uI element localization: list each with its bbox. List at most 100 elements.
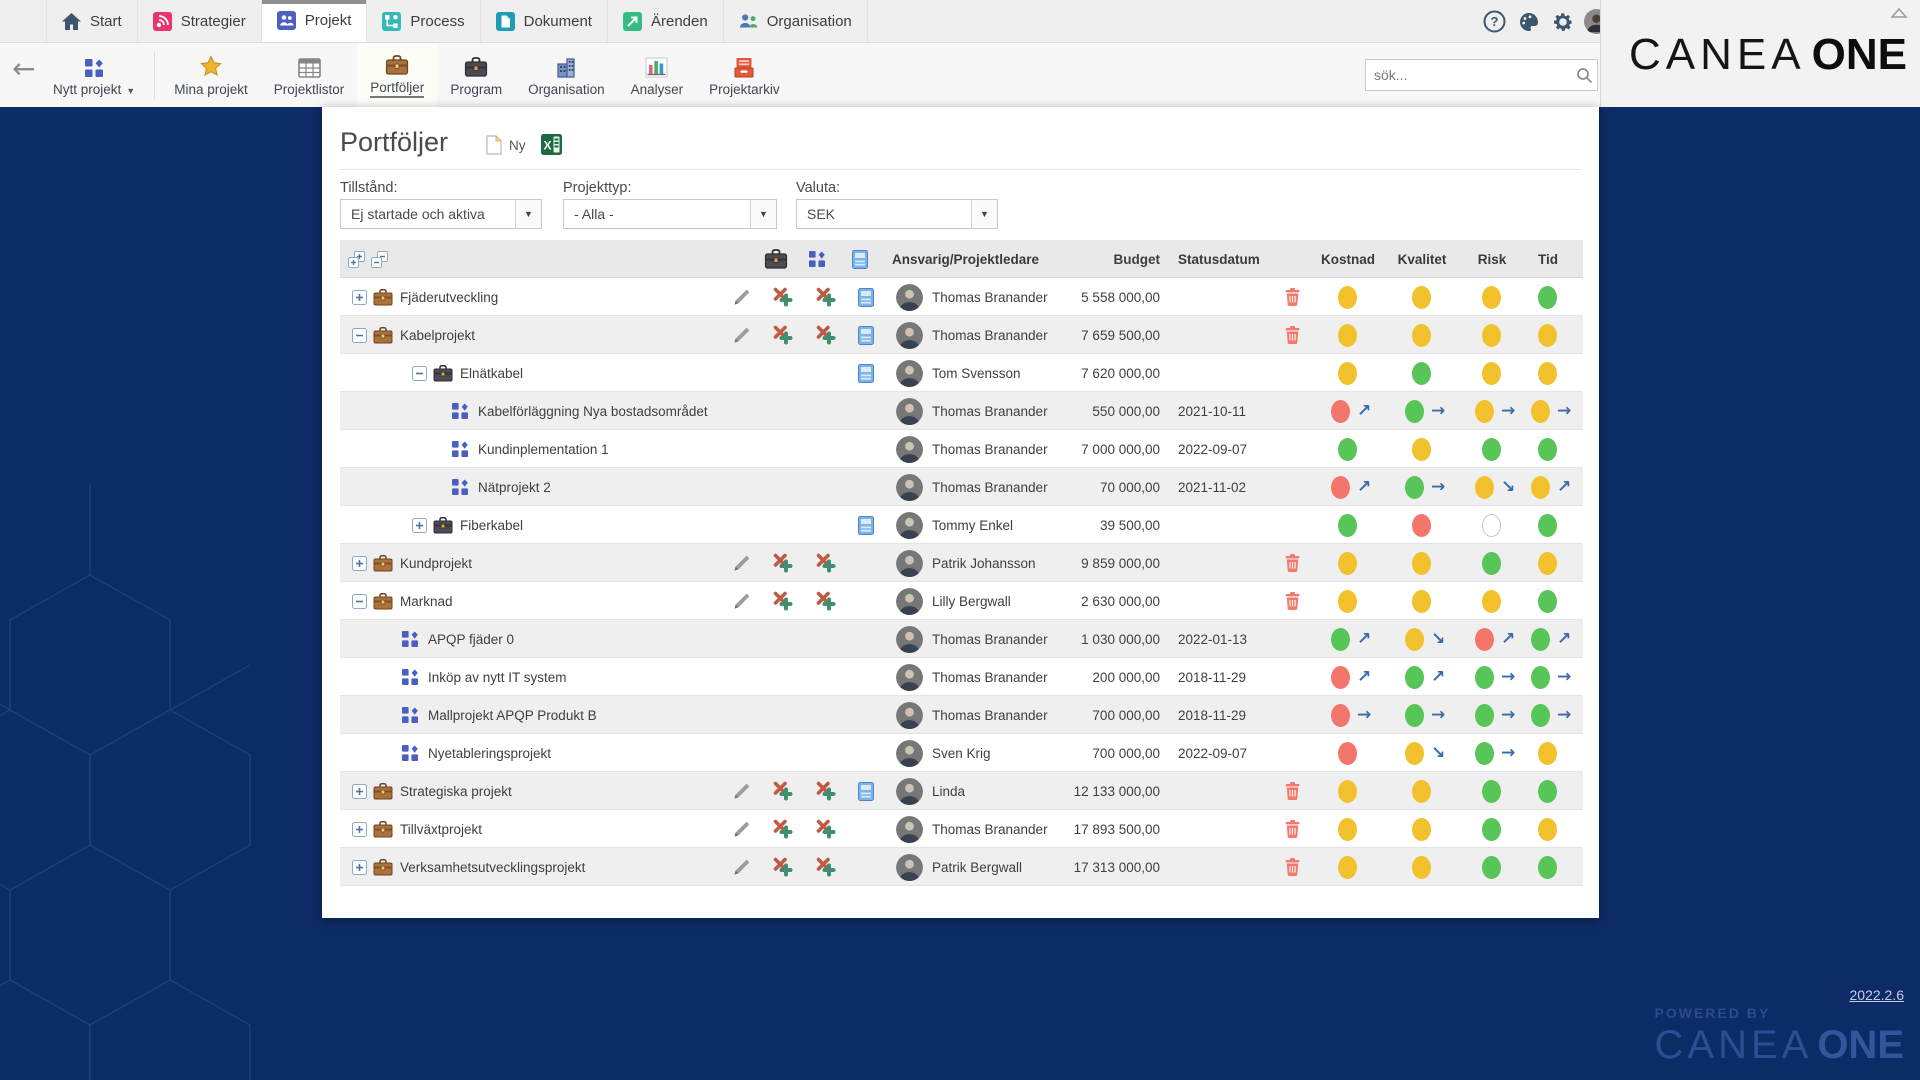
chevron-down-icon[interactable]: ▼	[515, 200, 541, 228]
collapse-row-icon[interactable]	[352, 328, 367, 343]
status-dot	[1538, 856, 1557, 879]
status-dot	[1338, 514, 1357, 537]
tab-strategier[interactable]: Strategier	[138, 0, 262, 42]
collapse-row-icon[interactable]	[412, 366, 427, 381]
col-status-date: Statusdatum	[1178, 240, 1260, 278]
edit-icon[interactable]	[732, 554, 751, 573]
theme-palette-icon[interactable]	[1516, 9, 1541, 34]
add-program-icon[interactable]	[772, 857, 793, 877]
status-dot	[1538, 590, 1557, 613]
add-program-icon[interactable]	[772, 325, 793, 345]
expand-all-icon[interactable]	[348, 251, 366, 268]
page-title: Portföljer	[340, 127, 448, 158]
toolbar-projektarkiv[interactable]: Projektarkiv	[696, 43, 793, 107]
delete-icon[interactable]	[1285, 554, 1300, 572]
delete-icon[interactable]	[1285, 326, 1300, 344]
owner-avatar	[896, 474, 923, 501]
version-link[interactable]: 2022.2.6	[1850, 987, 1905, 1003]
budget-value: 17 893 500,00	[1000, 810, 1160, 848]
toolbar-program[interactable]: Program	[437, 43, 515, 107]
expand-row-icon[interactable]	[412, 518, 427, 533]
add-program-icon[interactable]	[772, 781, 793, 801]
search-icon[interactable]	[1571, 67, 1597, 84]
help-icon[interactable]: ?	[1482, 9, 1507, 34]
trend-arrow-down: ↘	[1431, 620, 1445, 658]
add-project-icon[interactable]	[815, 287, 836, 307]
tab-projekt[interactable]: Projekt	[262, 0, 368, 42]
expand-row-icon[interactable]	[352, 290, 367, 305]
toolbar-nytt-projekt[interactable]: Nytt projekt▼	[40, 43, 148, 107]
toolbar-label: Program	[450, 82, 502, 97]
add-program-icon[interactable]	[772, 287, 793, 307]
edit-icon[interactable]	[732, 782, 751, 801]
expand-row-icon[interactable]	[352, 822, 367, 837]
status-report-icon[interactable]	[858, 782, 874, 801]
toolbar-analyser[interactable]: Analyser	[618, 43, 697, 107]
chevron-down-icon[interactable]: ▼	[750, 200, 776, 228]
tab-organisation[interactable]: Organisation	[724, 0, 868, 42]
export-excel-icon[interactable]: X	[541, 134, 562, 160]
status-dot	[1475, 628, 1494, 651]
collapse-row-icon[interactable]	[352, 594, 367, 609]
col-budget: Budget	[1000, 240, 1160, 278]
add-program-icon[interactable]	[772, 553, 793, 573]
status-dot	[1538, 780, 1557, 803]
edit-icon[interactable]	[732, 326, 751, 345]
budget-value: 200 000,00	[1000, 658, 1160, 696]
status-dot	[1412, 286, 1431, 309]
toolbar-projektlistor[interactable]: Projektlistor	[261, 43, 358, 107]
tab-process[interactable]: Process	[367, 0, 480, 42]
add-program-icon[interactable]	[772, 819, 793, 839]
edit-icon[interactable]	[732, 592, 751, 611]
type-filter-select[interactable]: - Alla - ▼	[563, 199, 777, 229]
tab-start[interactable]: Start	[46, 0, 138, 42]
collapse-panel-icon[interactable]	[1890, 6, 1908, 18]
status-dot	[1475, 742, 1494, 765]
toolbar-portföljer[interactable]: Portföljer	[357, 43, 437, 107]
currency-filter-select[interactable]: SEK ▼	[796, 199, 998, 229]
row-name: Marknad	[400, 582, 453, 620]
search-input[interactable]	[1366, 67, 1571, 83]
projekt-toolbar: Nytt projekt▼Mina projektProjektlistorPo…	[0, 43, 1600, 107]
add-project-icon[interactable]	[815, 819, 836, 839]
expand-row-icon[interactable]	[352, 860, 367, 875]
status-dot	[1538, 438, 1557, 461]
project-icon	[402, 745, 418, 761]
edit-icon[interactable]	[732, 288, 751, 307]
collapse-all-icon[interactable]	[371, 251, 389, 268]
add-project-icon[interactable]	[815, 325, 836, 345]
tab-ärenden[interactable]: Ärenden	[608, 0, 724, 42]
delete-icon[interactable]	[1285, 858, 1300, 876]
toolbar-mina-projekt[interactable]: Mina projekt	[161, 43, 261, 107]
settings-gear-icon[interactable]	[1550, 9, 1575, 34]
tab-dokument[interactable]: Dokument	[481, 0, 608, 42]
state-filter-select[interactable]: Ej startade och aktiva ▼	[340, 199, 542, 229]
trend-arrow-right: →	[1431, 468, 1445, 506]
delete-icon[interactable]	[1285, 592, 1300, 610]
type-filter-value: - Alla -	[564, 200, 750, 228]
delete-icon[interactable]	[1285, 782, 1300, 800]
expand-row-icon[interactable]	[352, 556, 367, 571]
add-project-icon[interactable]	[815, 857, 836, 877]
status-report-icon[interactable]	[858, 516, 874, 535]
add-project-icon[interactable]	[815, 781, 836, 801]
new-portfolio-button[interactable]: Ny	[486, 135, 526, 155]
add-project-icon[interactable]	[815, 553, 836, 573]
status-date: 2021-11-02	[1178, 468, 1246, 506]
delete-icon[interactable]	[1285, 820, 1300, 838]
table-row: NyetableringsprojektSven Krig700 000,002…	[340, 734, 1583, 772]
toolbar-organisation[interactable]: Organisation	[515, 43, 618, 107]
add-project-icon[interactable]	[815, 591, 836, 611]
add-program-icon[interactable]	[772, 591, 793, 611]
status-report-icon[interactable]	[858, 326, 874, 345]
expand-row-icon[interactable]	[352, 784, 367, 799]
table-row: Inköp av nytt IT systemThomas Branander2…	[340, 658, 1583, 696]
edit-icon[interactable]	[732, 820, 751, 839]
status-report-icon[interactable]	[858, 364, 874, 383]
footer-logo: CANEAONE	[1655, 1023, 1905, 1068]
status-report-icon[interactable]	[858, 288, 874, 307]
status-dot	[1412, 780, 1431, 803]
chevron-down-icon[interactable]: ▼	[971, 200, 997, 228]
delete-icon[interactable]	[1285, 288, 1300, 306]
edit-icon[interactable]	[732, 858, 751, 877]
